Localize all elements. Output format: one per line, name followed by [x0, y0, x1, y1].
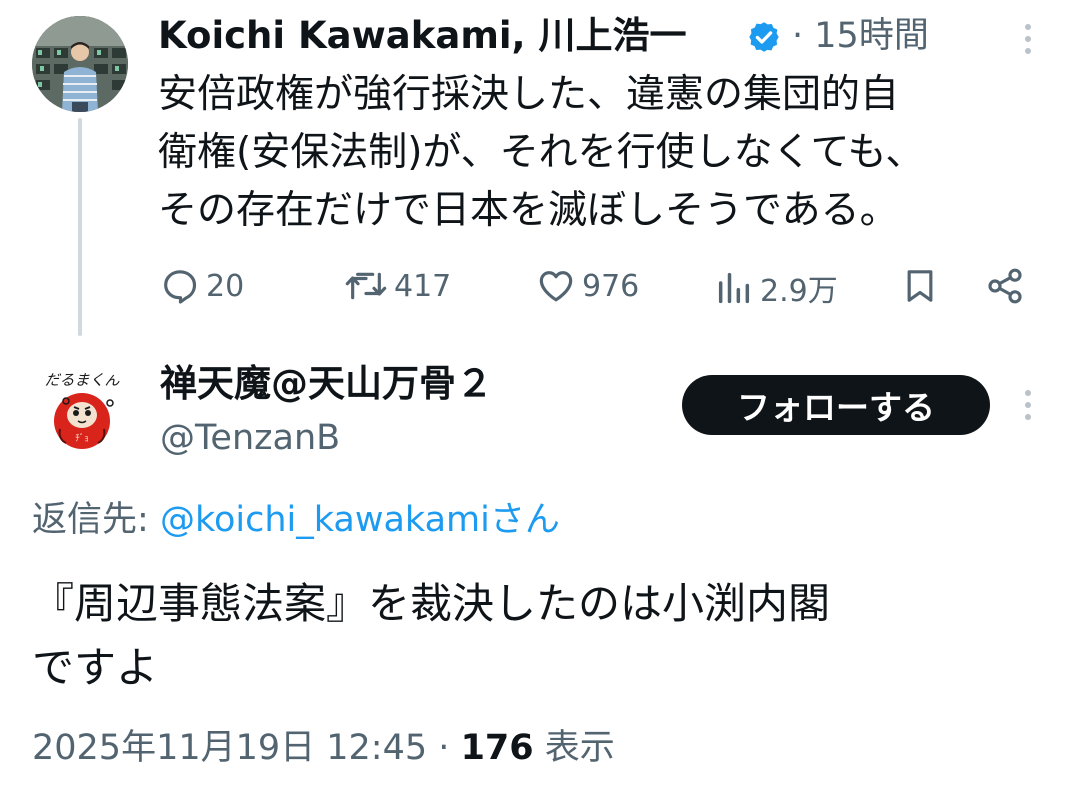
retweet-icon — [345, 266, 387, 300]
reply-icon — [164, 270, 197, 304]
meta-separator: · — [438, 728, 450, 768]
reply-to-mention-link[interactable]: @koichi_kawakamiさん — [160, 500, 560, 540]
retweet-count: 417 — [394, 268, 452, 304]
like-button[interactable]: 976 — [536, 266, 639, 306]
reply-author-name[interactable]: 禅天魔@天山万骨２ — [160, 358, 493, 410]
time-value: 15時間 — [814, 16, 929, 56]
bookmark-icon[interactable] — [900, 266, 940, 306]
reply-author-avatar[interactable]: ﾁﾞｮ だるまくん — [34, 363, 130, 459]
views-count: 2.9万 — [760, 274, 838, 309]
time-separator: · — [792, 16, 804, 56]
share-icon[interactable] — [984, 266, 1026, 306]
tweet-timestamp[interactable]: 2025年11月19日 12:45 — [32, 728, 427, 768]
like-count: 976 — [582, 268, 640, 304]
views-icon — [718, 272, 750, 304]
tweet-text-line: 安倍政権が強行採決した、違憲の集団的自 — [158, 72, 900, 117]
tweet-text: 安倍政権が強行採決した、違憲の集団的自 衛権(安保法制)が、それを行使しなくても… — [158, 66, 1038, 240]
reply-to-line: 返信先: @koichi_kawakamiさん — [32, 494, 560, 546]
tweet-meta: 2025年11月19日 12:45 · 176 表示 — [32, 722, 615, 774]
reply-to-label: 返信先: — [32, 500, 149, 540]
retweet-button[interactable]: 417 — [344, 266, 451, 306]
like-icon — [539, 271, 573, 302]
avatar-lettering: だるまくん — [44, 371, 120, 389]
more-options-icon[interactable] — [1024, 24, 1032, 54]
reply-button[interactable]: 20 — [160, 266, 244, 306]
author-avatar[interactable] — [32, 16, 128, 112]
daruma-avatar-image: ﾁﾞｮ だるまくん — [34, 363, 130, 459]
avatar-stamp: ﾁﾞｮ — [75, 433, 89, 444]
author-name[interactable]: Koichi Kawakami, 川上浩一 — [158, 10, 687, 62]
reply-text: 『周辺事態法案』を裁決したのは小渕内閣 ですよ — [32, 572, 1042, 700]
reply-author-handle[interactable]: @TenzanB — [160, 412, 340, 464]
reply-views-label: 表示 — [544, 728, 615, 768]
avatar-photo — [32, 16, 128, 112]
reply-text-line: 『周辺事態法案』を裁決したのは小渕内閣 — [32, 579, 831, 628]
views-button[interactable]: 2.9万 — [714, 266, 838, 310]
tweet-text-line: 衛権(安保法制)が、それを行使しなくても、 — [158, 130, 925, 175]
tweet-time[interactable]: · 15時間 — [792, 10, 929, 62]
tweet-text-line: その存在だけで日本を滅ぼしそうである。 — [158, 188, 899, 233]
reply-views-count: 176 — [460, 728, 534, 768]
verified-badge-icon[interactable] — [746, 19, 782, 55]
reply-count: 20 — [206, 268, 245, 304]
follow-button[interactable]: フォローする — [682, 375, 990, 435]
reply-text-line: ですよ — [32, 643, 159, 692]
reply-more-options-icon[interactable] — [1024, 390, 1032, 420]
thread-connector-line — [78, 118, 82, 336]
